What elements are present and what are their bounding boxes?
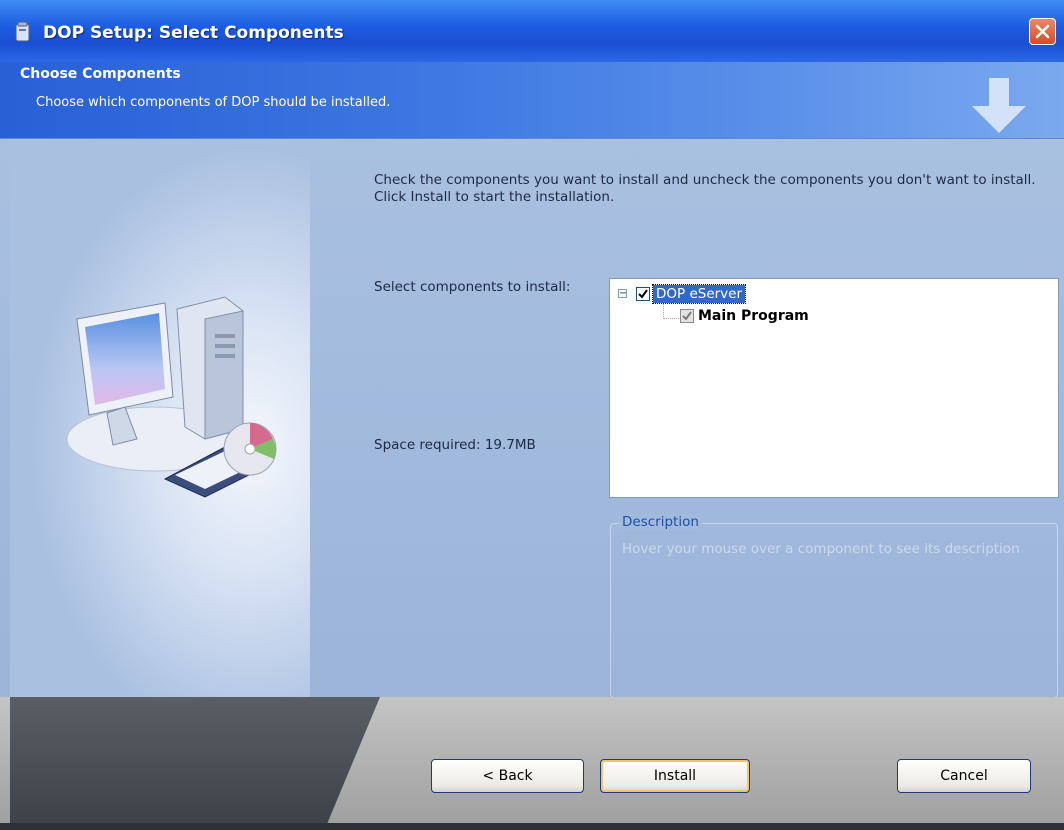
page-title: Choose Components xyxy=(20,66,181,82)
description-legend: Description xyxy=(619,514,702,530)
app-icon xyxy=(15,21,30,42)
back-button[interactable]: < Back xyxy=(431,759,584,793)
computer-illustration xyxy=(66,296,277,498)
tree-item-dop-eserver[interactable]: DOP eServer xyxy=(651,284,747,304)
space-required-label: Space required: 19.7MB xyxy=(374,437,536,453)
footer-edge xyxy=(0,823,1064,830)
close-button[interactable] xyxy=(1029,18,1056,45)
description-text: Hover your mouse over a component to see… xyxy=(622,541,1020,557)
install-button[interactable]: Install xyxy=(600,759,750,793)
footer-decoration xyxy=(10,697,380,830)
title-bar[interactable]: DOP Setup: Select Components xyxy=(0,0,1064,62)
down-arrow-icon xyxy=(972,78,1026,133)
page-header: Choose Components Choose which component… xyxy=(0,62,1064,139)
side-panel xyxy=(10,139,310,697)
content-area: Check the components you want to install… xyxy=(0,139,1064,698)
components-tree[interactable]: − DOP eServer Main Program xyxy=(609,278,1059,498)
checkmark-icon xyxy=(638,289,648,299)
setup-window: DOP Setup: Select Components Choose Comp… xyxy=(0,0,1064,830)
button-bar: < Back Install Cancel xyxy=(0,697,1064,830)
select-components-label: Select components to install: xyxy=(374,279,571,295)
instructions-text: Check the components you want to install… xyxy=(374,172,1036,205)
description-group: Description Hover your mouse over a comp… xyxy=(610,514,1058,698)
tree-connector xyxy=(663,318,679,319)
window-title: DOP Setup: Select Components xyxy=(43,23,344,43)
close-icon xyxy=(1035,24,1050,39)
checkbox-dop-eserver[interactable] xyxy=(636,287,650,301)
cancel-button[interactable]: Cancel xyxy=(897,759,1031,793)
checkbox-main-program[interactable] xyxy=(680,309,694,323)
tree-connector xyxy=(663,303,664,319)
tree-item-main-program[interactable]: Main Program xyxy=(698,308,809,324)
tree-collapse-toggle[interactable]: − xyxy=(618,289,627,299)
page-subtitle: Choose which components of DOP should be… xyxy=(36,95,391,110)
checkmark-icon xyxy=(682,311,692,321)
